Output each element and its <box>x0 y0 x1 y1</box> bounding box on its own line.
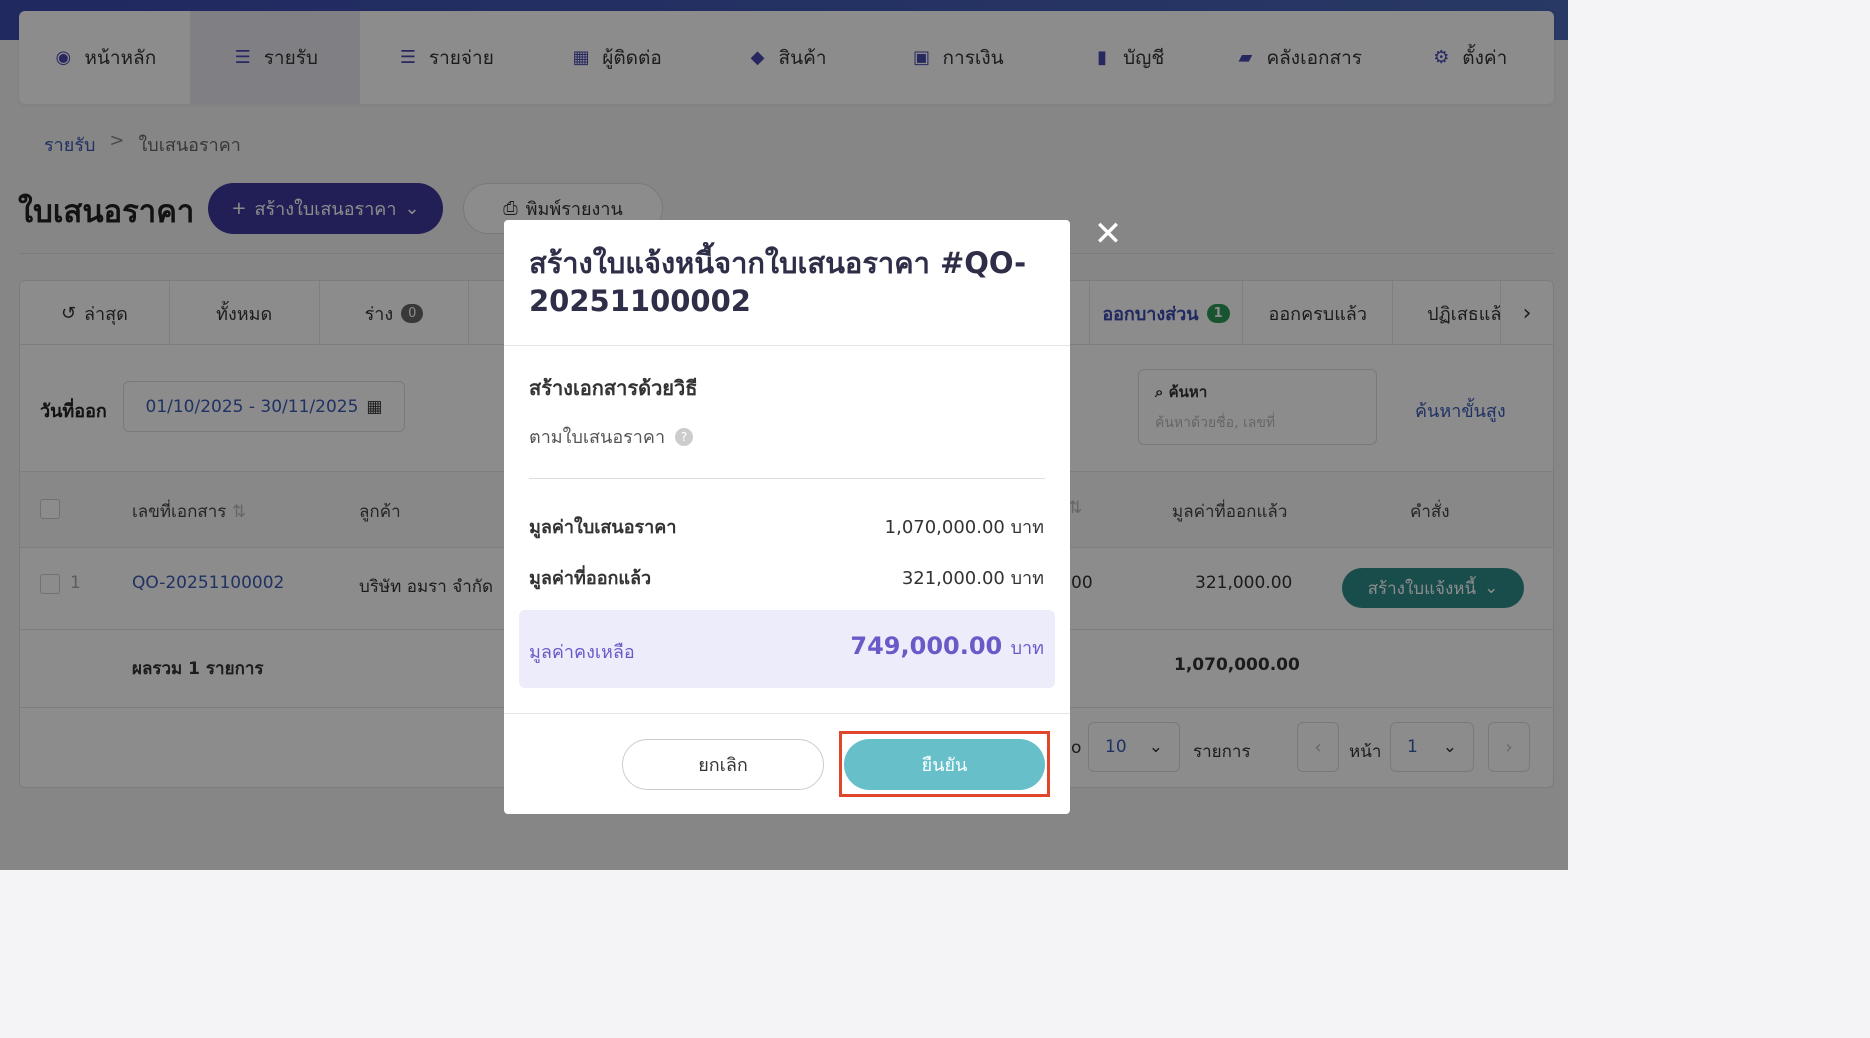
cancel-button[interactable]: ยกเลิก <box>622 739 824 790</box>
method-label: ตามใบเสนอราคา <box>529 427 666 448</box>
issued-value-amount: 321,000.00 บาท <box>901 568 1044 589</box>
method-heading: สร้างเอกสารด้วยวิธี <box>529 376 698 400</box>
create-invoice-modal: สร้างใบแจ้งหนี้จากใบเสนอราคา #QO-2025110… <box>504 220 1070 814</box>
confirm-button[interactable]: ยืนยัน <box>844 739 1045 790</box>
close-icon[interactable]: ✕ <box>1093 217 1123 251</box>
remaining-amount: 749,000.00 บาท <box>850 632 1044 662</box>
remaining-value-box: มูลค่าคงเหลือ 749,000.00 บาท <box>519 610 1055 688</box>
remaining-value: 749,000.00 <box>850 632 1003 660</box>
method-option: ตามใบเสนอราคา ? <box>529 422 694 451</box>
modal-title: สร้างใบแจ้งหนี้จากใบเสนอราคา #QO-2025110… <box>529 246 1027 318</box>
modal-divider <box>504 345 1070 346</box>
modal-footer-divider <box>504 713 1070 714</box>
help-icon[interactable]: ? <box>675 427 694 446</box>
section-divider <box>529 478 1045 479</box>
remaining-label: มูลค่าคงเหลือ <box>529 642 635 663</box>
currency-label: บาท <box>1010 638 1044 659</box>
issued-value-label: มูลค่าที่ออกแล้ว <box>529 568 652 589</box>
quote-value-label: มูลค่าใบเสนอราคา <box>529 517 677 538</box>
quote-value: 1,070,000.00 บาท <box>884 517 1044 538</box>
